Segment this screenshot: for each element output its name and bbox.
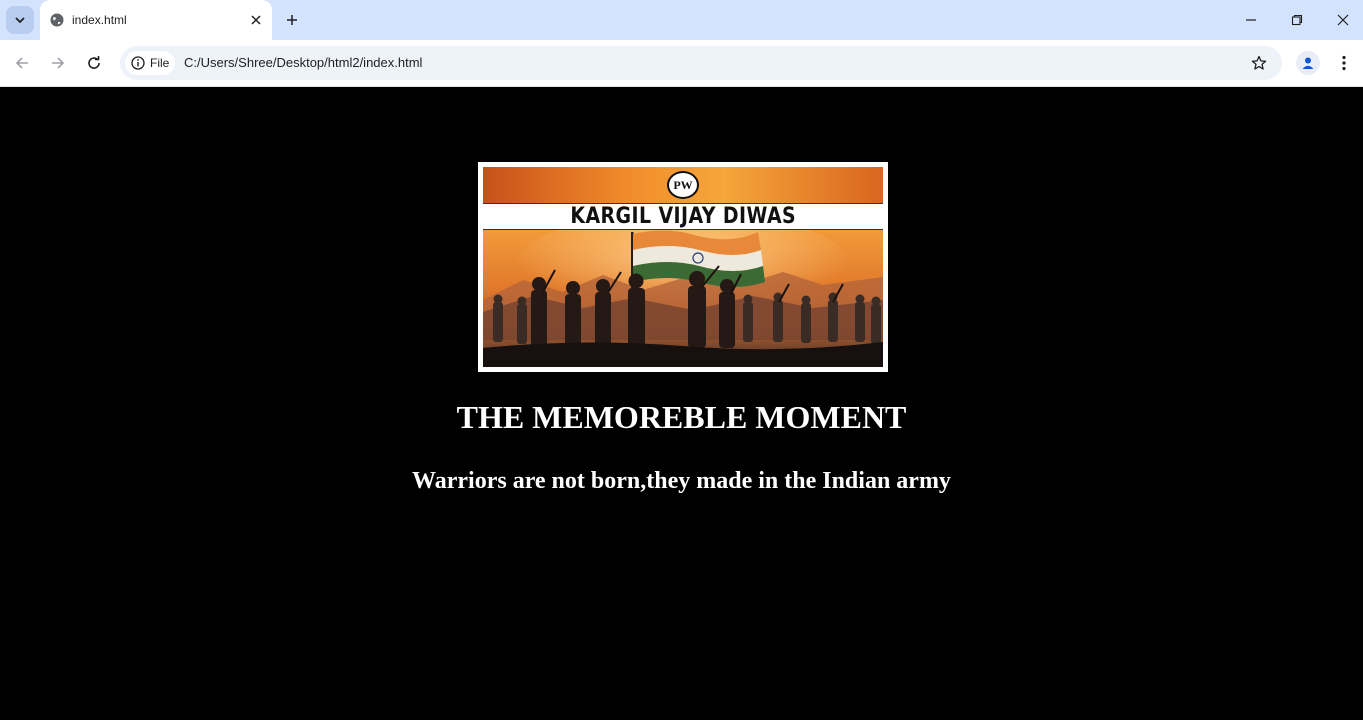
back-arrow-icon (15, 57, 28, 69)
back-button[interactable] (10, 51, 34, 75)
restore-icon (1291, 14, 1303, 26)
pw-logo: PW (667, 171, 699, 199)
tab-title: index.html (72, 13, 127, 27)
plus-icon (287, 15, 297, 25)
tab-strip: index.html (0, 0, 1363, 40)
profile-button[interactable] (1296, 51, 1320, 75)
banner: PW KARGIL VIJAY DIWAS (483, 167, 883, 367)
info-icon (131, 56, 145, 70)
forward-arrow-icon (52, 57, 65, 69)
restore-button[interactable] (1285, 8, 1309, 32)
tab-close-button[interactable] (246, 10, 266, 30)
close-icon (251, 15, 261, 25)
reload-icon (88, 56, 100, 69)
banner-title-bar: KARGIL VIJAY DIWAS (483, 203, 883, 230)
close-window-button[interactable] (1331, 8, 1355, 32)
chevron-down-icon (15, 17, 25, 24)
url-text[interactable]: C:/Users/Shree/Desktop/html2/index.html (184, 55, 422, 70)
new-tab-button[interactable] (281, 9, 303, 31)
site-info-chip[interactable]: File (125, 51, 175, 75)
address-bar[interactable]: File C:/Users/Shree/Desktop/html2/index.… (120, 46, 1282, 80)
page-heading: THE MEMOREBLE MOMENT (456, 399, 907, 435)
forward-button[interactable] (46, 51, 70, 75)
site-info-label: File (150, 56, 170, 70)
kebab-menu-icon (1342, 55, 1346, 71)
globe-icon (50, 13, 64, 27)
bookmark-button[interactable] (1247, 51, 1271, 75)
minimize-button[interactable] (1239, 8, 1263, 32)
kargil-banner-image: PW KARGIL VIJAY DIWAS (478, 162, 888, 372)
page-subheading: Warriors are not born,they made in the I… (412, 468, 951, 494)
reload-button[interactable] (82, 51, 106, 75)
close-icon (1337, 14, 1349, 26)
star-icon (1251, 55, 1267, 70)
profile-icon (1302, 57, 1314, 69)
minimize-icon (1246, 19, 1256, 21)
browser-toolbar: File C:/Users/Shree/Desktop/html2/index.… (0, 40, 1363, 87)
browser-menu-button[interactable] (1332, 51, 1356, 75)
tab-index-html[interactable]: index.html (40, 0, 272, 40)
tab-search-button[interactable] (6, 6, 34, 34)
soldiers-with-flag-illustration (483, 230, 883, 367)
page-content: PW KARGIL VIJAY DIWAS THE MEMOREBLE MOME… (0, 87, 1363, 720)
banner-title: KARGIL VIJAY DIWAS (570, 204, 796, 229)
